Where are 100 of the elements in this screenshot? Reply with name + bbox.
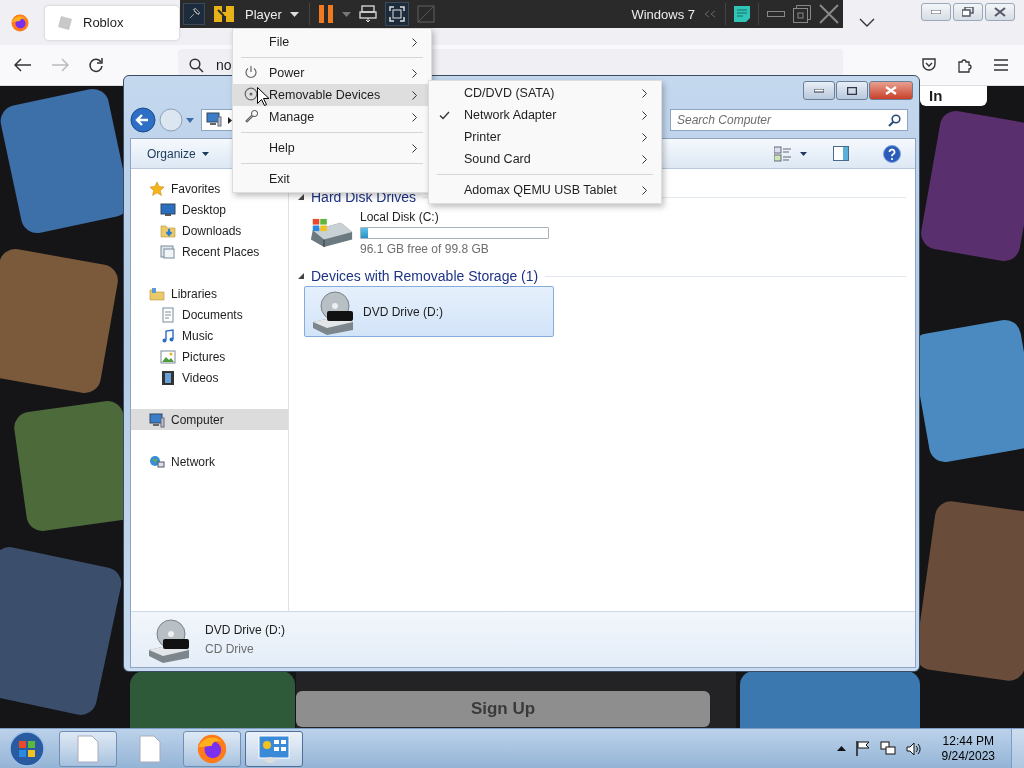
login-button[interactable]: In (920, 86, 987, 106)
start-orb-icon[interactable] (8, 729, 46, 768)
taskbar-button[interactable] (183, 730, 241, 767)
search-field[interactable]: Search Computer (670, 109, 908, 131)
drive-tile[interactable]: DVD Drive (D:) (304, 286, 554, 337)
menu-item[interactable]: Printer (429, 126, 661, 148)
clock[interactable]: 12:44 PM 9/24/2023 (941, 733, 995, 764)
restore-icon (962, 7, 974, 17)
search-icon (888, 114, 901, 127)
page-icon (139, 734, 161, 763)
menu-item[interactable]: Manage (233, 106, 431, 137)
library-icon (149, 285, 165, 302)
chevron-right-icon (412, 143, 417, 153)
section-heading: Devices with Removable Storage (1) (311, 268, 539, 284)
menu-item[interactable]: CD/DVD (SATA) (429, 82, 661, 104)
unity-icon (416, 5, 435, 23)
nav-item[interactable]: Libraries (131, 283, 288, 304)
logo-icon (213, 4, 235, 24)
menu-item[interactable]: Adomax QEMU USB Tablet (429, 179, 661, 201)
computer-icon (149, 411, 165, 428)
minimize-icon (814, 88, 824, 93)
pocket-icon[interactable] (921, 57, 937, 73)
back-button-icon[interactable] (130, 107, 156, 133)
nav-item[interactable]: Recent Places (131, 241, 288, 262)
taskbar-button[interactable] (245, 730, 303, 767)
menu-item[interactable]: Network Adapter (429, 104, 661, 126)
collapse-triangle-icon[interactable] (298, 273, 304, 279)
chevron-right-icon (642, 154, 647, 164)
minimize-button[interactable] (803, 81, 835, 100)
help-icon[interactable] (883, 144, 901, 163)
pin-icon[interactable] (183, 3, 205, 25)
nav-item[interactable]: Desktop (131, 199, 288, 220)
caret-icon[interactable] (800, 151, 807, 156)
taskbar-button[interactable] (59, 730, 117, 767)
star-icon (149, 180, 165, 197)
menu-item[interactable]: Help (233, 137, 431, 168)
chevron-right-icon (642, 110, 647, 120)
firefox-icon[interactable] (11, 13, 29, 32)
back-arrow-icon[interactable] (14, 58, 32, 72)
fullscreen-icon[interactable] (384, 2, 409, 26)
maximize-button[interactable] (836, 81, 868, 100)
close-button[interactable] (869, 81, 913, 100)
menu-item[interactable]: Exit (233, 168, 431, 190)
volume-icon[interactable] (905, 741, 922, 756)
close-icon[interactable] (819, 4, 839, 24)
restore-icon[interactable] (793, 5, 811, 23)
chevron-right-icon (642, 132, 647, 142)
note-icon[interactable] (734, 6, 750, 22)
mouse-cursor-icon (257, 87, 269, 106)
restore-button[interactable] (953, 3, 983, 21)
send-keys-icon[interactable] (358, 5, 377, 23)
browser-tab[interactable]: Roblox (45, 5, 179, 40)
disc-icon (244, 86, 258, 101)
menu-item[interactable]: Removable Devices (233, 84, 431, 106)
chevron-down-icon[interactable] (858, 17, 876, 28)
details-title: DVD Drive (D:) (205, 623, 285, 637)
nav-item[interactable]: Pictures (131, 346, 288, 367)
close-icon (885, 86, 897, 95)
recent-places-icon (160, 243, 176, 260)
nav-item[interactable]: Music (131, 325, 288, 346)
downloads-icon (160, 222, 176, 239)
network-icon (149, 453, 165, 470)
minimize-icon[interactable] (767, 11, 785, 17)
breadcrumb-arrow-icon (228, 116, 232, 124)
power-icon (244, 64, 258, 79)
player-menu-button[interactable]: Player (243, 6, 301, 22)
nav-item[interactable]: Network (131, 451, 288, 472)
reload-icon[interactable] (88, 57, 104, 73)
nav-item[interactable]: Videos (131, 367, 288, 388)
wrench-icon (244, 108, 258, 123)
chevron-right-icon (412, 112, 417, 122)
chevron-right-icon (412, 37, 417, 47)
menu-item[interactable]: Sound Card (429, 148, 661, 179)
organize-button[interactable]: Organize (141, 146, 215, 161)
firefox-icon (197, 733, 227, 764)
view-options-icon[interactable] (774, 145, 792, 162)
nav-item[interactable]: Downloads (131, 220, 288, 241)
documents-icon (160, 306, 176, 323)
drive-name: DVD Drive (D:) (363, 304, 443, 319)
collapse-triangle-icon[interactable] (298, 194, 304, 200)
chevron-right-icon (642, 88, 647, 98)
drive-tile[interactable]: Local Disk (C:) 96.1 GB free of 99.8 GB (304, 207, 554, 258)
drive-name: Local Disk (C:) (360, 209, 440, 224)
page-icon (77, 734, 99, 763)
nav-item[interactable]: Documents (131, 304, 288, 325)
flag-icon[interactable] (855, 741, 870, 756)
menu-item[interactable]: Power (233, 62, 431, 84)
caret-icon (201, 151, 209, 156)
free-space-text: 96.1 GB free of 99.8 GB (360, 241, 490, 256)
network-icon[interactable] (879, 741, 896, 756)
desktop-icon (160, 201, 176, 218)
close-button[interactable] (985, 3, 1015, 21)
minimize-icon (931, 10, 941, 14)
preview-pane-icon[interactable] (833, 146, 849, 161)
menu-icon[interactable] (993, 58, 1009, 72)
puzzle-icon[interactable] (957, 57, 973, 73)
computer-icon (206, 110, 222, 127)
show-hidden-icons[interactable] (836, 746, 846, 751)
pause-icon[interactable] (317, 5, 334, 23)
nav-item[interactable]: Computer (131, 409, 288, 430)
